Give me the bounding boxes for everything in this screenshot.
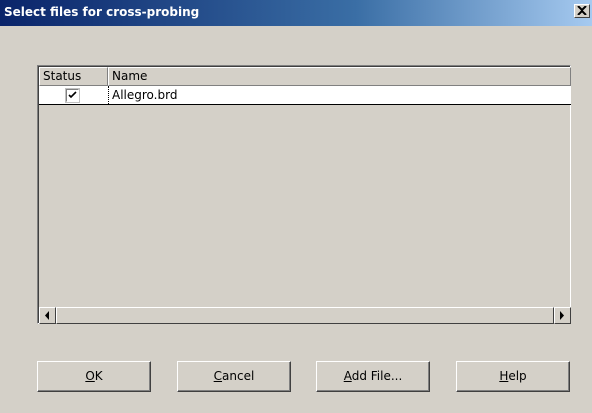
cancel-mnemonic: C <box>213 369 223 383</box>
help-mnemonic: H <box>499 369 509 383</box>
arrow-left-icon <box>45 311 49 320</box>
table-row[interactable]: Allegro.brd <box>39 86 571 105</box>
status-cell <box>39 86 108 104</box>
ok-label-rest: K <box>94 369 103 383</box>
add-file-button[interactable]: Add File... <box>316 361 430 392</box>
checkmark-icon <box>68 91 77 99</box>
scroll-left-button[interactable] <box>39 307 56 324</box>
ok-button[interactable]: OK <box>37 361 151 392</box>
column-header-status[interactable]: Status <box>39 67 108 86</box>
window-title: Select files for cross-probing <box>4 5 200 19</box>
help-button[interactable]: Help <box>456 361 570 392</box>
ok-mnemonic: O <box>85 369 95 383</box>
help-label-rest: elp <box>508 369 527 383</box>
scroll-thumb[interactable] <box>56 307 554 324</box>
cancel-label-rest: ancel <box>222 369 255 383</box>
add-file-mnemonic: A <box>343 369 352 383</box>
file-list[interactable]: Status Name Allegro.brd <box>37 65 571 324</box>
close-button[interactable] <box>574 4 590 18</box>
horizontal-scrollbar[interactable] <box>39 307 571 324</box>
status-checkbox[interactable] <box>65 88 80 103</box>
column-header-name[interactable]: Name <box>108 67 571 86</box>
title-bar: Select files for cross-probing <box>0 0 592 26</box>
close-icon <box>577 6 587 15</box>
scroll-right-button[interactable] <box>554 307 571 324</box>
add-file-label-rest: dd File... <box>351 369 403 383</box>
cancel-button[interactable]: Cancel <box>177 361 291 392</box>
list-header: Status Name <box>39 67 571 86</box>
arrow-right-icon <box>560 311 564 320</box>
file-name-cell[interactable]: Allegro.brd <box>108 86 177 104</box>
